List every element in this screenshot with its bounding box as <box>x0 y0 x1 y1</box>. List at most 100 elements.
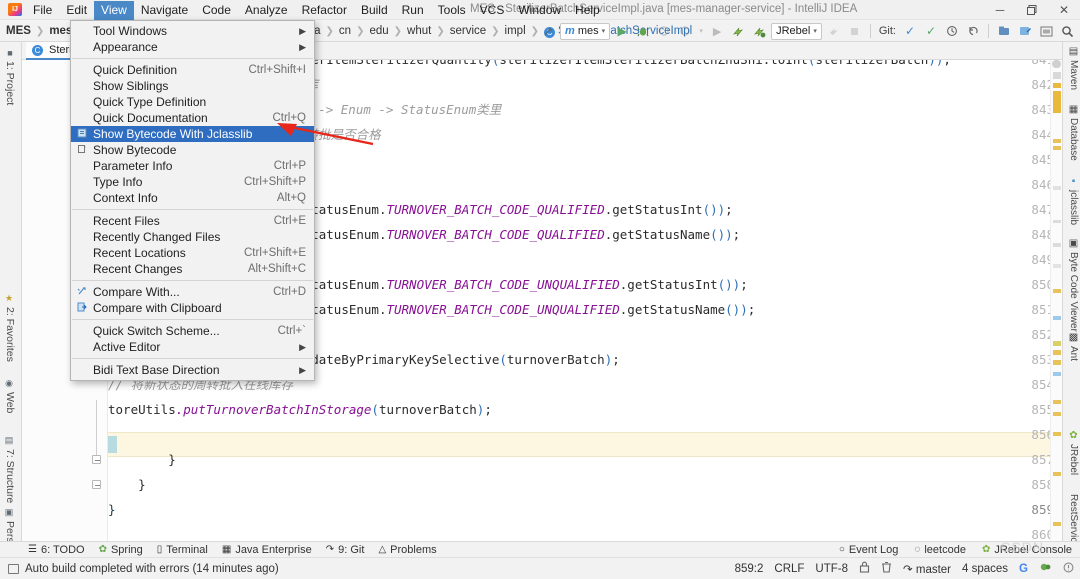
menu-item-bidi-text-base-direction[interactable]: Bidi Text Base Direction ▶ <box>71 362 314 378</box>
menu-file[interactable]: File <box>26 1 59 20</box>
notifications-icon[interactable] <box>1063 562 1074 576</box>
bottom-tab-problems[interactable]: △ Problems <box>378 544 436 556</box>
menu-item-label: Compare With... <box>93 285 180 299</box>
menu-item-recent-files[interactable]: Recent Files Ctrl+E <box>71 213 314 229</box>
menu-item-quick-switch-scheme[interactable]: Quick Switch Scheme... Ctrl+` <box>71 323 314 339</box>
menu-item-label: Quick Type Definition <box>93 95 207 109</box>
sidebar-item-byte-code-viewer[interactable]: ▣ Byte Code Viewer <box>1068 238 1079 332</box>
error-stripe-gutter[interactable] <box>1050 60 1062 545</box>
bottom-tab-event-log[interactable]: ○ Event Log <box>839 544 899 556</box>
minimize-button[interactable]: ─ <box>984 0 1016 20</box>
breadcrumb-cn[interactable]: cn <box>334 25 356 37</box>
file-encoding[interactable]: UTF-8 <box>815 563 848 575</box>
git-branch[interactable]: ↷ master <box>903 562 951 576</box>
menu-item-quick-definition[interactable]: Quick Definition Ctrl+Shift+I <box>71 62 314 78</box>
sidebar-item-web[interactable]: ◉ Web <box>1 375 19 417</box>
attach-debugger-icon[interactable] <box>825 22 843 40</box>
maximize-button[interactable] <box>1016 0 1048 20</box>
database-console-icon[interactable] <box>995 22 1013 40</box>
caret-position[interactable]: 859:2 <box>735 563 764 575</box>
run-configuration-selector[interactable]: m mes ▾ <box>560 22 611 40</box>
menu-edit[interactable]: Edit <box>59 1 94 20</box>
profile-dropdown-icon[interactable]: ▾ <box>697 22 705 40</box>
git-revert-icon[interactable] <box>964 22 982 40</box>
fold-marker-icon[interactable] <box>92 455 101 464</box>
menu-vcs[interactable]: VCS <box>473 1 512 20</box>
breadcrumb-whut[interactable]: whut <box>402 25 436 37</box>
bottom-tab-java-enterprise[interactable]: ▦ Java Enterprise <box>222 544 312 556</box>
search-everywhere-icon[interactable] <box>1058 22 1076 40</box>
run-secondary-button[interactable]: ▶ <box>708 22 726 40</box>
chevron-right-icon: ▶ <box>299 341 306 352</box>
stop-button[interactable] <box>846 22 864 40</box>
menu-item-context-info[interactable]: Context Info Alt+Q <box>71 190 314 206</box>
toolbar-divider <box>869 24 871 38</box>
menu-help[interactable]: Help <box>568 1 607 20</box>
sidebar-item-favorites[interactable]: ★ 2: Favorites <box>1 290 19 366</box>
menu-tools[interactable]: Tools <box>431 1 473 20</box>
jrebel-debug-icon[interactable] <box>750 22 768 40</box>
line-separator[interactable]: CRLF <box>774 563 804 575</box>
breadcrumb-separator-6: ❯ <box>436 25 445 37</box>
indent-setting[interactable]: 4 spaces <box>962 563 1008 575</box>
scrollbar-thumb[interactable] <box>1052 60 1061 68</box>
close-button[interactable]: ✕ <box>1048 0 1080 20</box>
sidebar-item-maven[interactable]: ▤ Maven <box>1068 46 1079 90</box>
menu-run[interactable]: Run <box>395 1 431 20</box>
profile-button[interactable] <box>676 22 694 40</box>
menu-item-shortcut: Alt+Shift+C <box>247 263 306 275</box>
menu-view[interactable]: View <box>94 1 134 20</box>
debug-button[interactable] <box>634 22 652 40</box>
sidebar-item-project[interactable]: ■ 1: Project <box>1 44 19 109</box>
open-in-browser-icon[interactable] <box>1016 22 1034 40</box>
menu-analyze[interactable]: Analyze <box>238 1 295 20</box>
breadcrumb-edu[interactable]: edu <box>364 25 393 37</box>
breadcrumb-service[interactable]: service <box>445 25 491 37</box>
trash-icon[interactable] <box>881 561 892 576</box>
menu-window[interactable]: Window <box>511 1 568 20</box>
sidebar-item-jclasslib[interactable]: ▪ jclasslib <box>1068 176 1079 225</box>
run-with-coverage-button[interactable] <box>655 22 673 40</box>
jrebel-run-icon[interactable] <box>729 22 747 40</box>
menu-item-recent-changes[interactable]: Recent Changes Alt+Shift+C <box>71 261 314 277</box>
sidebar-item-database[interactable]: ▦ Database <box>1068 104 1079 161</box>
menu-item-recently-changed-files[interactable]: Recently Changed Files <box>71 229 314 245</box>
layout-icon[interactable] <box>1037 22 1055 40</box>
bottom-tab-todo[interactable]: ☰ 6: TODO <box>28 544 85 556</box>
menu-item-quick-type-definition[interactable]: Quick Type Definition <box>71 94 314 110</box>
plugin-icon[interactable] <box>1039 561 1052 576</box>
menu-item-tool-windows[interactable]: Tool Windows ▶ <box>71 23 314 39</box>
run-button[interactable]: ▶ <box>613 22 631 40</box>
menu-navigate[interactable]: Navigate <box>134 1 195 20</box>
menu-item-type-info[interactable]: Type Info Ctrl+Shift+P <box>71 174 314 190</box>
bottom-tab-git[interactable]: ↷ 9: Git <box>326 544 365 556</box>
bottom-tab-spring[interactable]: ✿ Spring <box>99 544 143 556</box>
breadcrumb-mes[interactable]: MES <box>0 25 36 37</box>
git-update-icon[interactable]: ✓ <box>901 22 919 40</box>
sidebar-item-ant[interactable]: ▩ Ant <box>1068 332 1079 361</box>
google-icon[interactable]: G <box>1019 563 1028 575</box>
menu-code[interactable]: Code <box>195 1 238 20</box>
menu-refactor[interactable]: Refactor <box>295 1 354 20</box>
sidebar-item-jrebel[interactable]: ✿ JRebel <box>1068 430 1079 475</box>
bottom-tab-terminal[interactable]: ▯ Terminal <box>157 544 208 556</box>
build-hammer-icon[interactable] <box>539 22 557 40</box>
menu-item-compare-with[interactable]: Compare With... Ctrl+D <box>71 284 314 300</box>
git-commit-icon[interactable]: ✓ <box>922 22 940 40</box>
menu-item-appearance[interactable]: Appearance ▶ <box>71 39 314 55</box>
git-history-icon[interactable] <box>943 22 961 40</box>
fold-marker-icon[interactable] <box>92 480 101 489</box>
lock-icon[interactable] <box>859 561 870 576</box>
jrebel-selector[interactable]: JRebel ▾ <box>771 22 822 40</box>
menu-item-recent-locations[interactable]: Recent Locations Ctrl+Shift+E <box>71 245 314 261</box>
git-icon: ↷ <box>325 544 335 555</box>
menu-build[interactable]: Build <box>354 1 395 20</box>
menu-item-compare-with-clipboard[interactable]: Compare with Clipboard <box>71 300 314 316</box>
menu-item-active-editor[interactable]: Active Editor ▶ <box>71 339 314 355</box>
sidebar-item-structure[interactable]: ▤ 7: Structure <box>1 432 19 507</box>
breadcrumb-impl[interactable]: impl <box>500 25 531 37</box>
menu-item-show-siblings[interactable]: Show Siblings <box>71 78 314 94</box>
bottom-tab-leetcode[interactable]: ◌ leetcode <box>914 544 966 556</box>
view-menu-dropdown[interactable]: Tool Windows ▶ Appearance ▶ Quick Defini… <box>70 20 315 381</box>
menu-item-parameter-info[interactable]: Parameter Info Ctrl+P <box>71 158 314 174</box>
